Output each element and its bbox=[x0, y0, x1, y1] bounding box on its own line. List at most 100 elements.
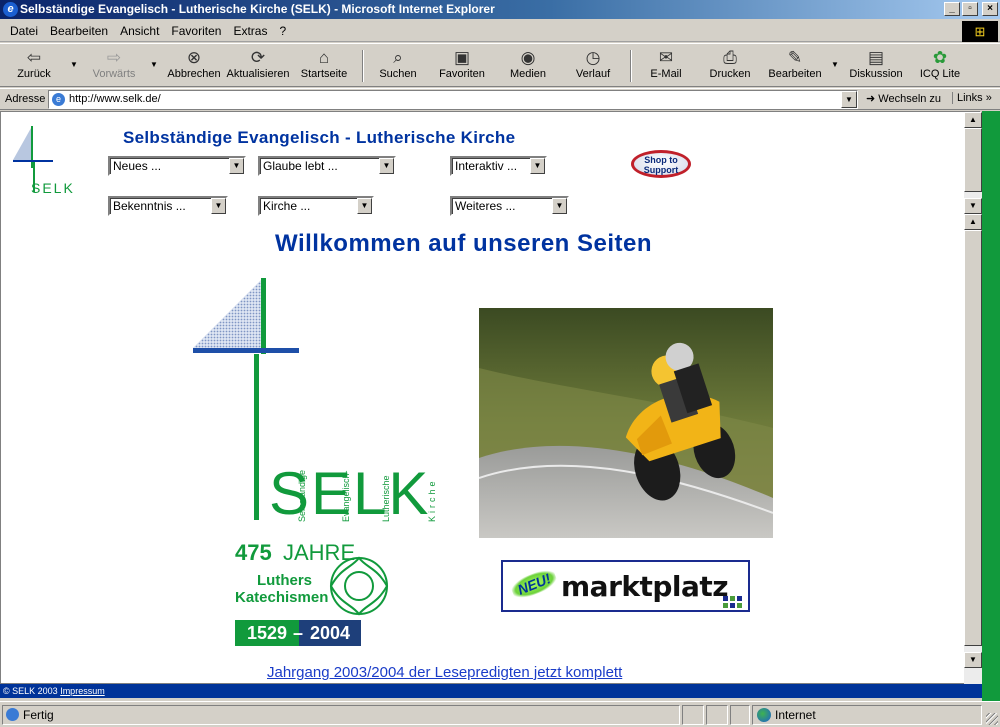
shop-to-support-button[interactable]: Shop to Support bbox=[631, 150, 691, 178]
home-button[interactable]: ⌂ Startseite bbox=[292, 46, 356, 86]
jubilee-from: 1529 bbox=[235, 620, 299, 646]
select-neues[interactable]: Neues ... ▼ bbox=[108, 156, 246, 176]
logo-small-word-2: Evangelisch- bbox=[341, 470, 351, 522]
jubilee-dash: – bbox=[293, 623, 304, 643]
mail-button[interactable]: ✉ E-Mail bbox=[634, 46, 698, 86]
history-icon: ◷ bbox=[585, 48, 601, 67]
back-button[interactable]: ⇦ Zurück bbox=[2, 46, 66, 86]
toolbar-separator bbox=[630, 50, 632, 82]
back-arrow-icon: ⇦ bbox=[26, 48, 42, 67]
select-kirche[interactable]: Kirche ... ▼ bbox=[258, 196, 374, 216]
chevron-down-icon: ▼ bbox=[379, 158, 394, 174]
maximize-button[interactable]: ▫ bbox=[962, 2, 978, 16]
printer-icon: ⎙ bbox=[723, 48, 737, 67]
chevron-down-icon: ▼ bbox=[552, 198, 567, 214]
window-title: Selbständige Evangelisch - Lutherische K… bbox=[20, 2, 495, 16]
stop-icon: ⊗ bbox=[186, 48, 202, 67]
security-zone: Internet bbox=[752, 705, 982, 725]
select-weiteres[interactable]: Weiteres ... ▼ bbox=[450, 196, 569, 216]
status-cell bbox=[682, 705, 704, 725]
favorites-folder-icon: ▣ bbox=[453, 48, 471, 67]
status-cell bbox=[730, 705, 750, 725]
select-bekenntnis[interactable]: Bekenntnis ... ▼ bbox=[108, 196, 228, 216]
chevron-down-icon: ▼ bbox=[229, 158, 244, 174]
status-text: Fertig bbox=[23, 708, 54, 722]
refresh-button[interactable]: ⟳ Aktualisieren bbox=[226, 46, 290, 86]
address-input[interactable]: e http://www.selk.de/ ▼ bbox=[48, 90, 858, 109]
address-label: Adresse bbox=[5, 93, 46, 105]
select-glaube-lebt[interactable]: Glaube lebt ... ▼ bbox=[258, 156, 396, 176]
media-icon: ◉ bbox=[520, 48, 536, 67]
status-bar: Fertig Internet bbox=[0, 701, 1000, 727]
toolbar-separator bbox=[362, 50, 364, 82]
scroll-down-small-button[interactable]: ▼ bbox=[964, 198, 982, 214]
menu-help[interactable]: ? bbox=[273, 24, 292, 38]
zone-text: Internet bbox=[775, 708, 816, 722]
scroll-up-button[interactable]: ▲ bbox=[964, 112, 982, 128]
motorcycle-photo[interactable] bbox=[479, 308, 773, 538]
refresh-icon: ⟳ bbox=[250, 48, 266, 67]
media-button[interactable]: ◉ Medien bbox=[496, 46, 560, 86]
close-button[interactable]: × bbox=[982, 2, 998, 16]
chevron-down-icon: ▼ bbox=[357, 198, 372, 214]
page-done-icon bbox=[6, 708, 19, 721]
resize-grip-icon[interactable] bbox=[986, 713, 998, 725]
address-bar: Adresse e http://www.selk.de/ ▼ ➜ Wechse… bbox=[0, 88, 1000, 110]
stop-button[interactable]: ⊗ Abbrechen bbox=[162, 46, 226, 86]
scroll-thumb[interactable] bbox=[964, 128, 982, 192]
minimize-button[interactable]: _ bbox=[944, 2, 960, 16]
jubilee-line1: Luthers bbox=[257, 572, 313, 589]
marktplatz-text: marktplatz bbox=[561, 570, 729, 603]
address-url: http://www.selk.de/ bbox=[69, 93, 161, 105]
browser-window: e Selbständige Evangelisch - Lutherische… bbox=[0, 0, 1000, 727]
scroll-up-small-button[interactable]: ▲ bbox=[964, 214, 982, 230]
icq-button[interactable]: ✿ ICQ Lite bbox=[908, 46, 972, 86]
status-text-panel: Fertig bbox=[2, 705, 680, 725]
history-button[interactable]: ◷ Verlauf bbox=[561, 46, 625, 86]
edit-button[interactable]: ✎ Bearbeiten bbox=[763, 46, 827, 86]
menu-favoriten[interactable]: Favoriten bbox=[165, 24, 227, 38]
menu-ansicht[interactable]: Ansicht bbox=[114, 24, 165, 38]
windows-logo-icon: ⊞ bbox=[962, 21, 998, 42]
jubilee-banner: 475 JAHRE Luthers Katechismen 1529 2004 … bbox=[235, 540, 400, 646]
welcome-heading: Willkommen auf unseren Seiten bbox=[275, 230, 653, 257]
discussion-button[interactable]: ▤ Diskussion bbox=[844, 46, 908, 86]
page-footer: © SELK 2003 Impressum bbox=[0, 684, 982, 698]
search-icon: ⌕ bbox=[393, 48, 403, 67]
page-viewport: SELK Selbständige Evangelisch - Lutheris… bbox=[0, 111, 980, 684]
green-side-bar bbox=[982, 111, 1000, 701]
back-dropdown-icon[interactable]: ▼ bbox=[70, 60, 78, 69]
impressum-link[interactable]: Impressum bbox=[60, 686, 105, 696]
site-title: Selbständige Evangelisch - Lutherische K… bbox=[123, 128, 516, 147]
links-button[interactable]: Links » bbox=[952, 92, 992, 104]
forward-dropdown-icon[interactable]: ▼ bbox=[150, 60, 158, 69]
menu-bearbeiten[interactable]: Bearbeiten bbox=[44, 24, 114, 38]
edit-dropdown-icon[interactable]: ▼ bbox=[831, 60, 839, 69]
neu-badge: NEU! bbox=[508, 566, 560, 602]
selk-small-logo-text: SELK bbox=[31, 180, 75, 196]
scroll-thumb-main[interactable] bbox=[964, 230, 982, 646]
mail-icon: ✉ bbox=[658, 48, 674, 67]
vertical-scrollbar[interactable]: ▲ ▼ ▲ ▼ bbox=[964, 112, 982, 684]
selk-big-logo: SELK bbox=[193, 278, 428, 526]
go-button[interactable]: ➜ Wechseln zu bbox=[866, 92, 941, 105]
search-button[interactable]: ⌕ Suchen bbox=[366, 46, 430, 86]
print-button[interactable]: ⎙ Drucken bbox=[698, 46, 762, 86]
menu-bar: Datei Bearbeiten Ansicht Favoriten Extra… bbox=[0, 20, 1000, 42]
edit-icon: ✎ bbox=[787, 48, 803, 67]
favorites-button[interactable]: ▣ Favoriten bbox=[430, 46, 494, 86]
globe-icon bbox=[757, 708, 771, 722]
scroll-down-button[interactable]: ▼ bbox=[964, 652, 982, 668]
marktplatz-banner[interactable]: NEU! marktplatz bbox=[501, 560, 750, 612]
address-dropdown-icon[interactable]: ▼ bbox=[841, 91, 857, 108]
select-interaktiv[interactable]: Interaktiv ... ▼ bbox=[450, 156, 547, 176]
lesepredigten-link[interactable]: Jahrgang 2003/2004 der Lesepredigten jet… bbox=[267, 664, 622, 681]
jubilee-line2: Katechismen bbox=[235, 589, 329, 606]
menu-extras[interactable]: Extras bbox=[227, 24, 273, 38]
logo-small-word-3: Lutherische bbox=[381, 475, 391, 522]
menu-datei[interactable]: Datei bbox=[4, 24, 44, 38]
page-icon: e bbox=[52, 93, 65, 106]
toolbar: ⇦ Zurück ▼ ⇨ Vorwärts ▼ ⊗ Abbrechen ⟳ Ak… bbox=[0, 43, 1000, 87]
forward-button[interactable]: ⇨ Vorwärts bbox=[82, 46, 146, 86]
forward-arrow-icon: ⇨ bbox=[106, 48, 122, 67]
